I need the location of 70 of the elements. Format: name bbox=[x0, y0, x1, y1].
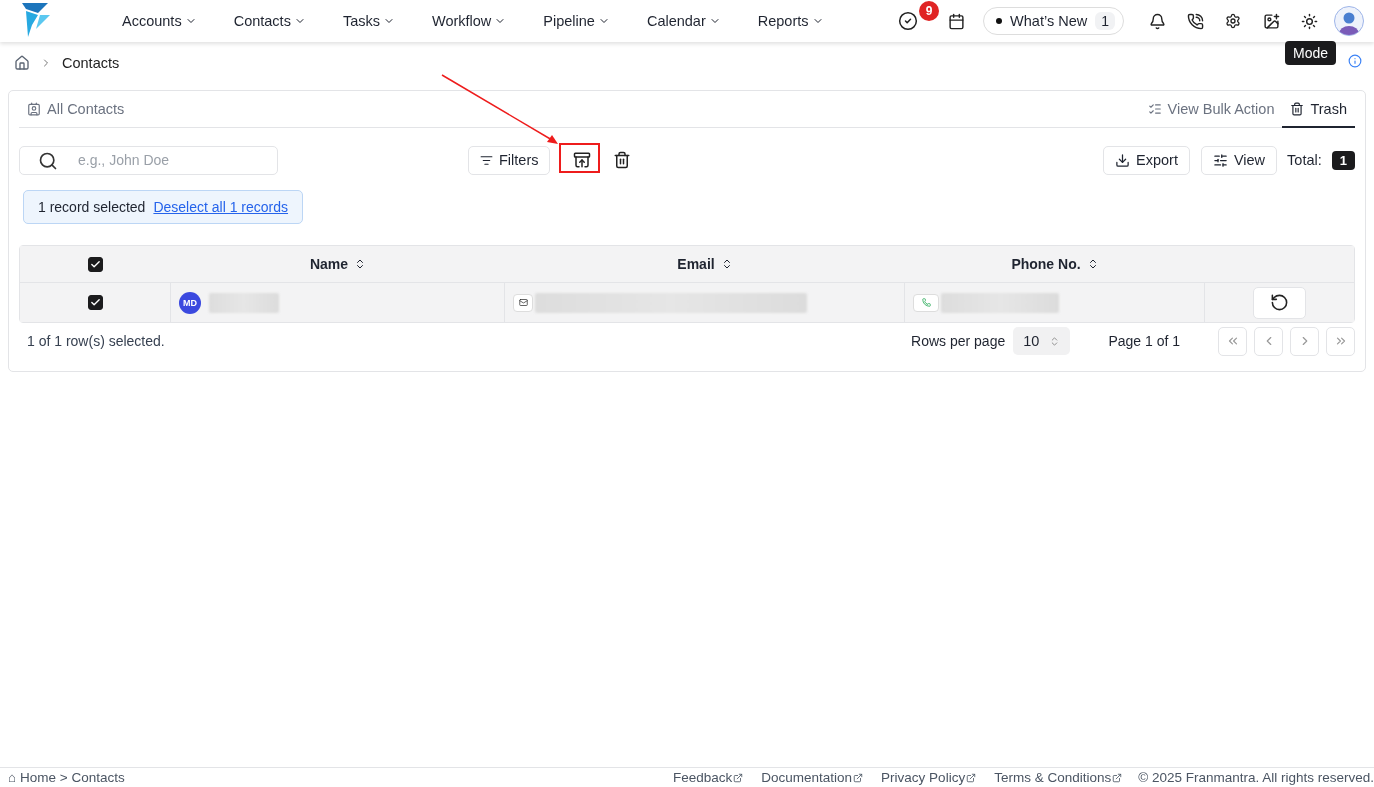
footer-breadcrumb: Contacts bbox=[71, 770, 125, 785]
deselect-link[interactable]: Deselect all 1 records bbox=[153, 199, 289, 215]
phone-icon bbox=[921, 298, 931, 307]
restore-button[interactable] bbox=[1253, 286, 1306, 319]
sun-icon bbox=[1300, 12, 1318, 30]
download-icon bbox=[1115, 152, 1130, 168]
column-header[interactable]: Name bbox=[171, 246, 505, 283]
tab[interactable]: View Bulk Action bbox=[1139, 91, 1283, 128]
footer-link[interactable]: Terms & Conditions bbox=[994, 770, 1123, 785]
breadcrumb-item: Contacts bbox=[62, 55, 120, 71]
whats-new-button[interactable]: What’s New 1 bbox=[983, 7, 1124, 35]
notification-badge: 9 bbox=[919, 1, 940, 21]
nav-menu-item[interactable]: Workflow bbox=[431, 13, 507, 29]
footer-breadcrumb: ⌂ Home > bbox=[8, 770, 68, 785]
total-count: 1 bbox=[1331, 150, 1355, 170]
image-plus-icon bbox=[1262, 12, 1280, 30]
nav-menu-item[interactable]: Pipeline bbox=[543, 13, 610, 29]
info-icon[interactable] bbox=[1348, 54, 1362, 68]
mail-icon bbox=[518, 298, 528, 307]
nav-menu-item[interactable]: Calendar bbox=[646, 13, 721, 29]
contact-icon bbox=[27, 101, 41, 116]
total-label: Total: bbox=[1287, 152, 1322, 168]
nav-menu-item[interactable]: Contacts bbox=[233, 13, 306, 29]
tooltip: Mode bbox=[1284, 41, 1336, 65]
initials-avatar: MD bbox=[179, 291, 201, 314]
checkbox[interactable] bbox=[88, 256, 103, 272]
page-indicator: Page 1 of 1 bbox=[1108, 333, 1180, 349]
filters-button[interactable]: Filters bbox=[468, 145, 551, 175]
nav-menu-item[interactable]: Tasks bbox=[342, 13, 395, 29]
selection-text: 1 record selected bbox=[38, 199, 146, 215]
column-header[interactable]: Phone No. bbox=[905, 246, 1205, 283]
nav-menu-item[interactable]: Reports bbox=[757, 13, 824, 29]
avatar[interactable] bbox=[1334, 6, 1364, 36]
phone-icon bbox=[1186, 12, 1204, 30]
bell-icon bbox=[1148, 12, 1166, 30]
highlight-frame bbox=[559, 143, 600, 173]
external-link-icon bbox=[1112, 772, 1123, 783]
check-icon bbox=[90, 258, 101, 270]
rows-per-page-label: Rows per page bbox=[911, 333, 1006, 349]
column-header[interactable]: Email bbox=[505, 246, 905, 283]
restore-icon bbox=[1270, 293, 1289, 312]
archive-upload-icon bbox=[573, 151, 592, 169]
check-icon bbox=[89, 297, 101, 308]
sliders-icon bbox=[1212, 152, 1228, 168]
rows-per-page-select[interactable]: 10 bbox=[1013, 327, 1071, 355]
trash-icon bbox=[1290, 101, 1305, 116]
external-link-icon bbox=[966, 772, 977, 783]
footer-link[interactable]: Feedback bbox=[673, 770, 744, 785]
filter-icon bbox=[480, 153, 493, 167]
checklist-icon bbox=[1147, 101, 1162, 116]
tab[interactable]: All Contacts bbox=[19, 91, 133, 128]
check-circle-icon bbox=[898, 11, 919, 31]
export-button[interactable]: Export bbox=[1103, 145, 1190, 175]
search-icon bbox=[38, 150, 58, 171]
footer-link[interactable]: Documentation bbox=[761, 770, 864, 785]
selection-summary: 1 of 1 row(s) selected. bbox=[26, 333, 165, 349]
nav-menu-item[interactable]: Accounts bbox=[122, 13, 197, 29]
calendar-icon bbox=[947, 12, 965, 30]
external-link-icon bbox=[733, 772, 744, 783]
checkbox[interactable] bbox=[87, 295, 103, 310]
tab[interactable]: Trash bbox=[1282, 91, 1355, 128]
footer-link[interactable]: Privacy Policy bbox=[881, 770, 977, 785]
search-field[interactable]: e.g., John Doe bbox=[19, 145, 278, 175]
tasks-button[interactable] bbox=[897, 10, 920, 32]
trash-icon bbox=[613, 151, 632, 169]
external-link-icon bbox=[853, 772, 864, 783]
home-icon[interactable] bbox=[14, 55, 30, 71]
copyright: © 2025 Franmantra. All rights reserved. bbox=[1138, 770, 1374, 785]
settings-icon bbox=[1225, 13, 1241, 29]
view-button[interactable]: View bbox=[1200, 145, 1278, 175]
